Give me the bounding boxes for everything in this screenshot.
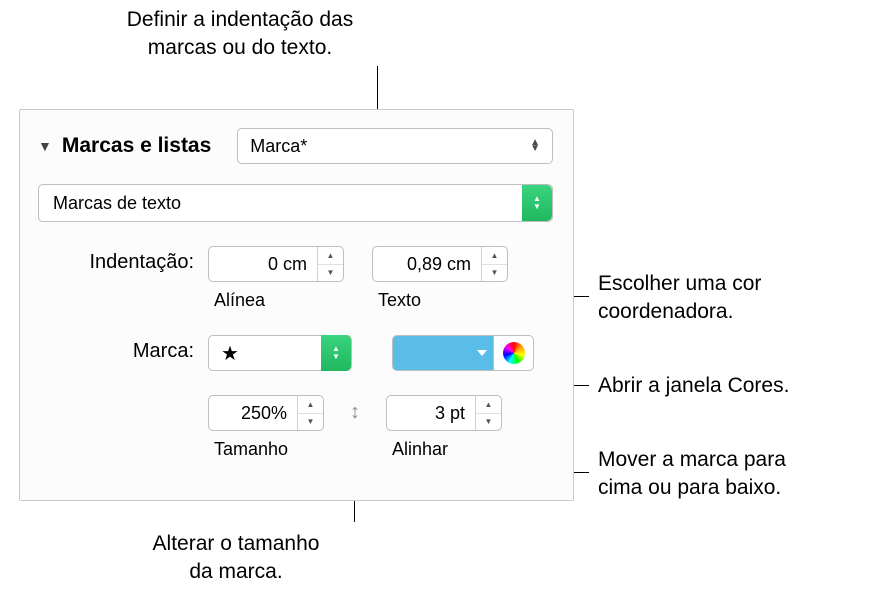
bullet-type-value: Marcas de texto	[53, 193, 522, 214]
chevron-updown-icon: ▲▼	[321, 335, 351, 371]
color-picker-button[interactable]	[494, 335, 534, 371]
bullet-type-select[interactable]: Marcas de texto ▲▼	[38, 184, 553, 222]
align-stepper[interactable]: 3 pt ▲▼	[386, 395, 502, 431]
section-header: ▼ Marcas e listas Marca* ▲▼	[38, 128, 553, 164]
indent-row: Indentação: 0 cm ▲▼ Alínea 0,89 cm ▲▼ Te…	[38, 246, 553, 311]
chevron-updown-icon: ▲▼	[530, 140, 540, 152]
formatting-panel: ▼ Marcas e listas Marca* ▲▼ Marcas de te…	[19, 109, 574, 501]
bullet-char-value: ★	[221, 341, 321, 366]
stepper-icon[interactable]: ▲▼	[317, 247, 343, 281]
callout-size: Alterar o tamanhoda marca.	[96, 530, 376, 587]
callout-align: Mover a marca paracima ou para baixo.	[598, 446, 786, 503]
stepper-icon[interactable]: ▲▼	[481, 247, 507, 281]
align-sublabel: Alinhar	[392, 439, 448, 460]
align-value: 3 pt	[387, 396, 475, 430]
callout-color-picker: Abrir a janela Cores.	[598, 372, 789, 400]
bullet-indent-stepper[interactable]: 0 cm ▲▼	[208, 246, 344, 282]
bullet-char-select[interactable]: ★ ▲▼	[208, 335, 352, 371]
stepper-icon[interactable]: ▲▼	[297, 396, 323, 430]
text-indent-value: 0,89 cm	[373, 247, 481, 281]
bullet-indent-value: 0 cm	[209, 247, 317, 281]
stepper-icon[interactable]: ▲▼	[475, 396, 501, 430]
callout-color-swatch: Escolher uma corcoordenadora.	[598, 270, 761, 327]
text-indent-sublabel: Texto	[378, 290, 421, 311]
vertical-arrows-icon: ↕	[350, 401, 360, 424]
bullet-indent-sublabel: Alínea	[214, 290, 265, 311]
callout-indent: Definir a indentação dasmarcas ou do tex…	[80, 6, 400, 63]
chevron-updown-icon: ▲▼	[522, 185, 552, 221]
size-sublabel: Tamanho	[214, 439, 288, 460]
disclosure-triangle-icon[interactable]: ▼	[38, 138, 52, 154]
size-stepper[interactable]: 250% ▲▼	[208, 395, 324, 431]
bullet-row: Marca: ★ ▲▼	[38, 335, 553, 371]
color-swatch[interactable]	[392, 335, 494, 371]
color-wheel-icon	[503, 342, 525, 364]
list-style-value: Marca*	[250, 136, 307, 157]
size-value: 250%	[209, 396, 297, 430]
section-title: Marcas e listas	[62, 134, 211, 158]
text-indent-stepper[interactable]: 0,89 cm ▲▼	[372, 246, 508, 282]
indent-label: Indentação:	[38, 246, 194, 274]
list-style-select[interactable]: Marca* ▲▼	[237, 128, 553, 164]
bullet-label: Marca:	[38, 335, 194, 363]
